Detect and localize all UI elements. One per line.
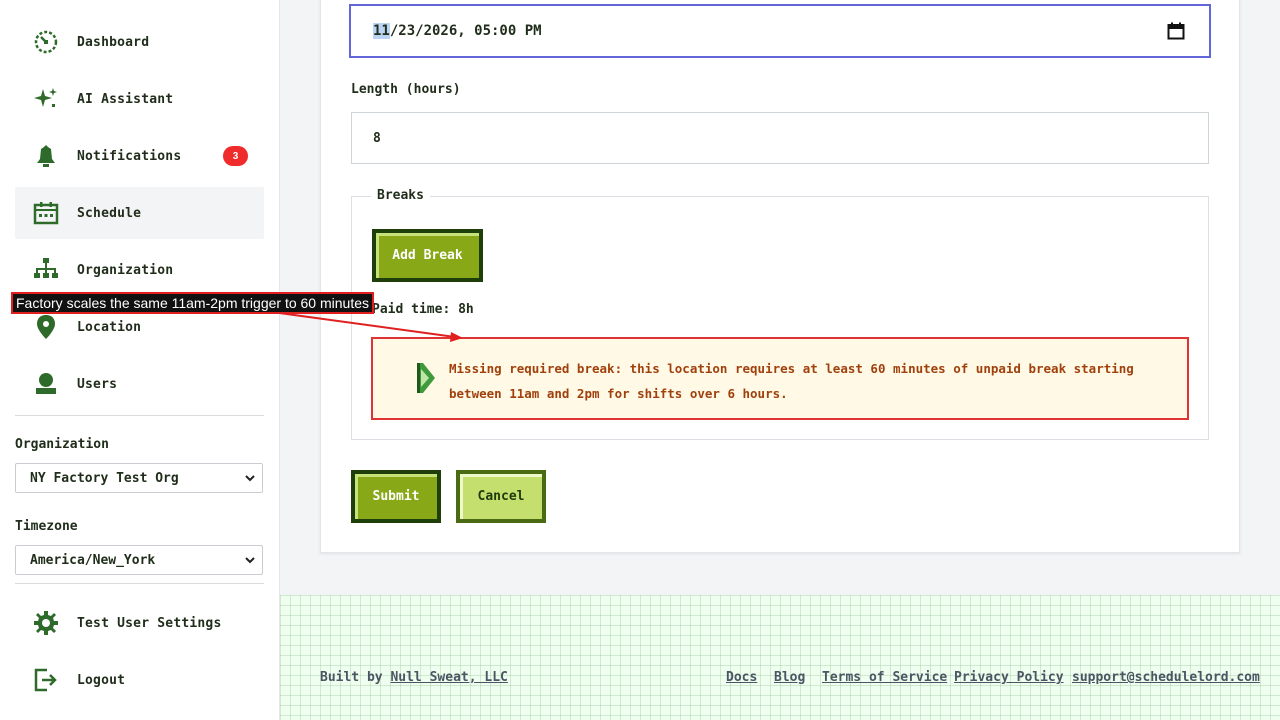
sidebar-item-label: Notifications <box>77 148 182 164</box>
organization-select[interactable]: NY Factory Test Org <box>15 463 263 493</box>
footer-link-privacy[interactable]: Privacy Policy <box>954 670 1064 685</box>
page-footer <box>280 595 1280 720</box>
timezone-select-value: America/New_York <box>30 552 156 568</box>
breaks-legend: Breaks <box>371 188 430 203</box>
sidebar-item-label: Location <box>77 319 142 335</box>
sidebar-item-settings[interactable]: Test User Settings <box>15 597 264 649</box>
annotation-label: Factory scales the same 11am-2pm trigger… <box>11 292 375 314</box>
notification-count-badge: 3 <box>223 146 248 166</box>
dashboard-icon <box>33 29 59 55</box>
footer-credit: Built by Null Sweat, LLC <box>320 670 508 685</box>
footer-link-support-email[interactable]: support@schedulelord.com <box>1072 670 1260 685</box>
sidebar: Dashboard AI Assistant Notifications 3 S… <box>0 0 280 720</box>
sparkle-icon <box>33 86 59 112</box>
break-warning-alert: Missing required break: this location re… <box>371 337 1189 420</box>
bell-icon <box>33 143 59 169</box>
logout-icon <box>33 667 59 693</box>
sidebar-item-label: Schedule <box>77 205 142 221</box>
org-chart-icon <box>33 257 59 283</box>
sidebar-divider <box>15 583 264 584</box>
gear-icon <box>33 610 59 636</box>
length-label: Length (hours) <box>351 82 461 97</box>
footer-link-blog[interactable]: Blog <box>774 670 805 685</box>
paid-time-text: Paid time: 8h <box>372 302 474 317</box>
timezone-label: Timezone <box>15 519 78 534</box>
datetime-month-segment[interactable]: 11 <box>373 23 390 39</box>
sidebar-item-label: AI Assistant <box>77 91 174 107</box>
sidebar-item-label: Test User Settings <box>77 615 222 631</box>
user-icon <box>33 371 59 397</box>
sidebar-item-users[interactable]: Users <box>15 358 264 410</box>
company-link[interactable]: Null Sweat, LLC <box>390 670 507 685</box>
warning-play-icon <box>415 361 437 399</box>
calendar-icon <box>33 200 59 226</box>
break-warning-text: Missing required break: this location re… <box>449 361 1134 401</box>
location-pin-icon <box>33 314 59 340</box>
length-input[interactable]: 8 <box>351 112 1209 164</box>
submit-button[interactable]: Submit <box>351 470 441 523</box>
sidebar-divider <box>15 415 264 416</box>
sidebar-item-label: Organization <box>77 262 174 278</box>
sidebar-item-label: Logout <box>77 672 126 688</box>
footer-link-terms[interactable]: Terms of Service <box>822 670 947 685</box>
calendar-picker-icon[interactable] <box>1167 22 1185 44</box>
footer-built-by: Built by <box>320 670 391 685</box>
sidebar-item-logout[interactable]: Logout <box>15 654 264 706</box>
sidebar-item-dashboard[interactable]: Dashboard <box>15 16 264 68</box>
organization-label: Organization <box>15 437 109 452</box>
organization-select-value: NY Factory Test Org <box>30 470 179 486</box>
cancel-button[interactable]: Cancel <box>456 470 546 523</box>
chevron-down-icon <box>244 472 256 488</box>
sidebar-item-label: Users <box>77 376 118 392</box>
footer-link-docs[interactable]: Docs <box>726 670 757 685</box>
timezone-select[interactable]: America/New_York <box>15 545 263 575</box>
start-datetime-input[interactable]: 11/23/2026, 05:00 PM <box>349 4 1211 58</box>
datetime-rest: /23/2026, 05:00 PM <box>389 23 542 39</box>
sidebar-item-notifications[interactable]: Notifications 3 <box>15 130 264 182</box>
sidebar-item-label: Dashboard <box>77 34 150 50</box>
chevron-down-icon <box>244 554 256 570</box>
sidebar-item-schedule[interactable]: Schedule <box>15 187 264 239</box>
sidebar-item-ai-assistant[interactable]: AI Assistant <box>15 73 264 125</box>
add-break-button[interactable]: Add Break <box>372 229 483 282</box>
sidebar-item-organization[interactable]: Organization <box>15 244 264 296</box>
